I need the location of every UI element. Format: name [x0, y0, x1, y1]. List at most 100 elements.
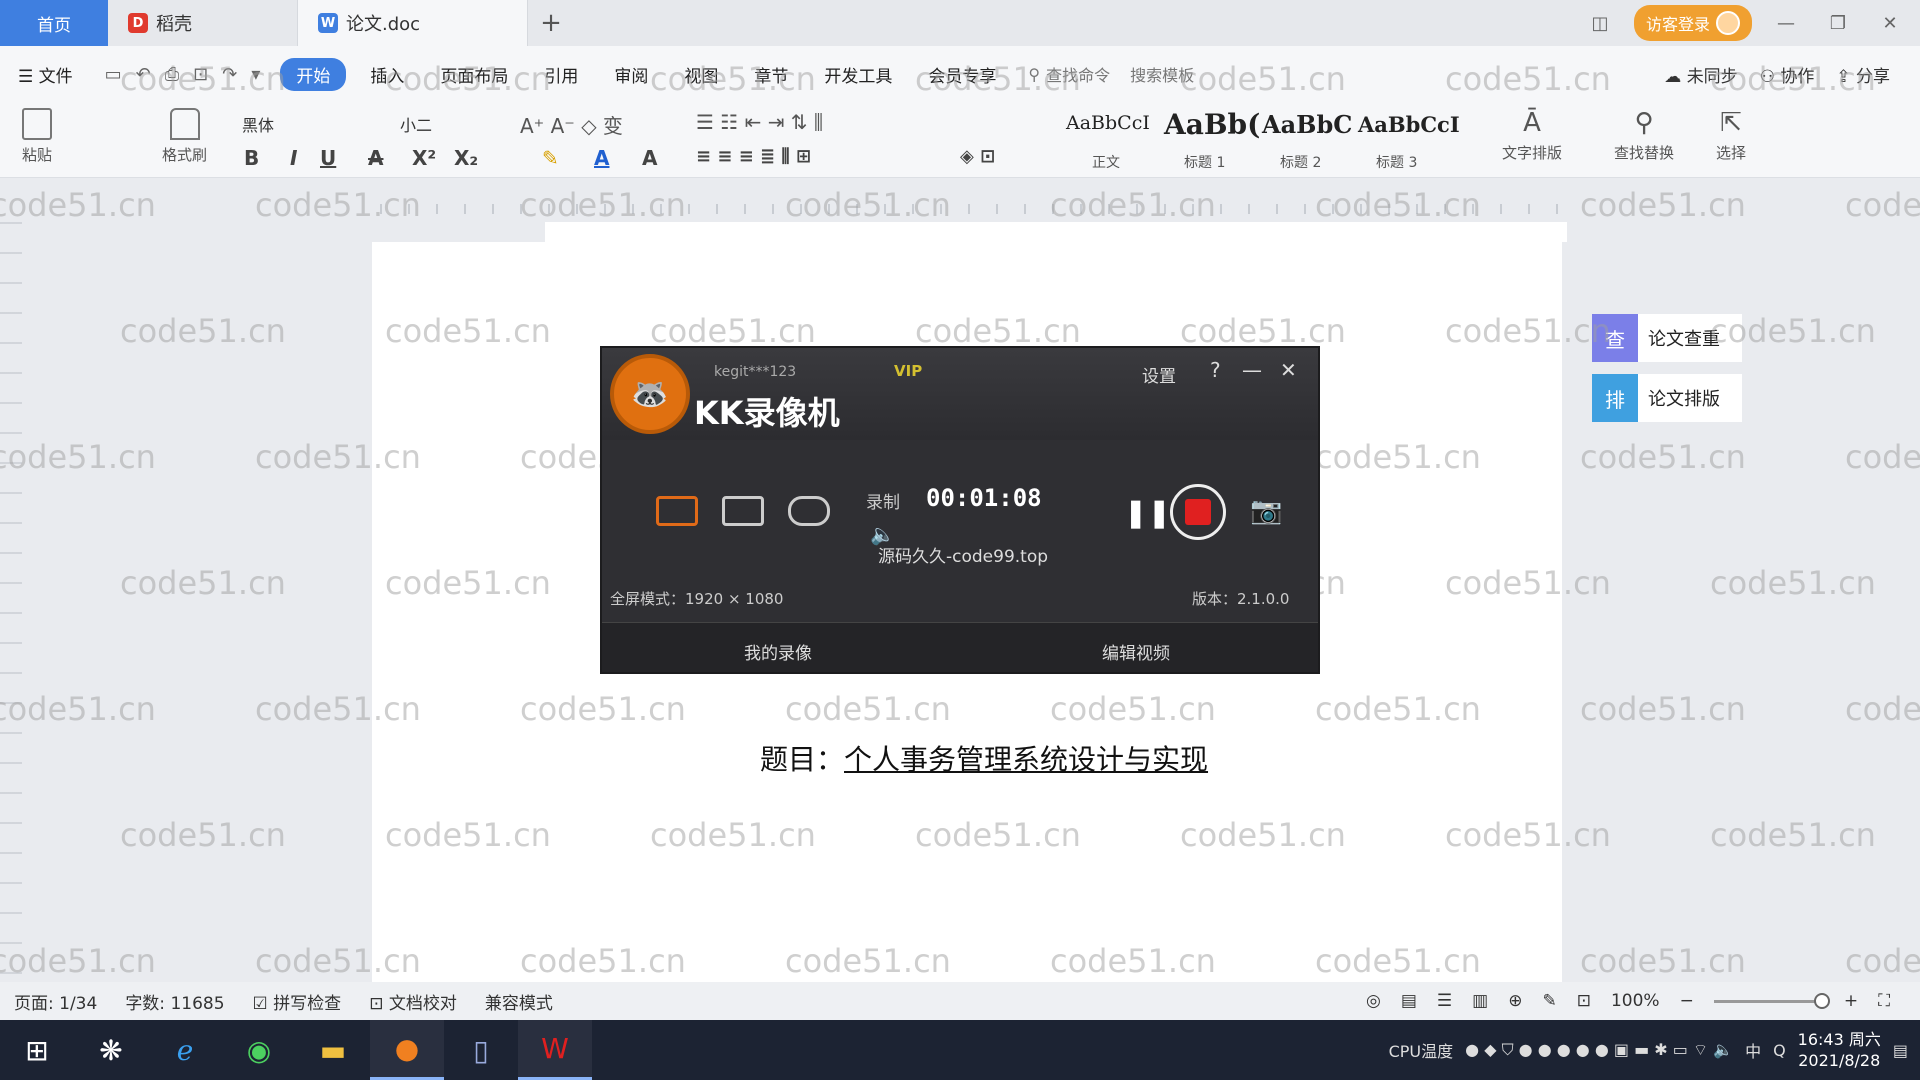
help-icon[interactable]: ? [1210, 358, 1221, 382]
doc-check-button[interactable]: ⊡ 文档校对 [355, 989, 471, 1014]
pause-button[interactable]: ❚❚ [1124, 496, 1171, 529]
layout-icon[interactable]: ◫ [1582, 13, 1618, 34]
document-title[interactable]: 题目：个人事务管理系统设计与实现 [760, 738, 1208, 778]
redo-icon[interactable]: ↷ [222, 64, 237, 85]
stop-button[interactable] [1170, 484, 1226, 540]
zoom-level[interactable]: 100% [1611, 991, 1660, 1011]
style-preview-h2[interactable]: AaBbC [1262, 110, 1352, 139]
cpu-temp[interactable]: CPU温度 [1389, 1038, 1454, 1062]
search-template-label[interactable]: 搜索模板 [1130, 62, 1194, 86]
zoom-knob[interactable] [1813, 992, 1830, 1009]
close-icon[interactable]: ✕ [1280, 358, 1297, 382]
command-search[interactable]: ⚲ 查找命令 搜索模板 [1014, 62, 1208, 86]
kk-vip-badge[interactable]: VIP [894, 362, 922, 380]
style-preview-h1[interactable]: AaBb( [1164, 108, 1260, 141]
guest-login-button[interactable]: 访客登录 [1633, 5, 1752, 41]
pen-icon[interactable]: ✎ [1542, 991, 1556, 1011]
explorer-icon[interactable]: ▬ [296, 1020, 370, 1080]
menu-reference[interactable]: 引用 [526, 62, 596, 87]
outline-view-icon[interactable]: ☰ [1437, 991, 1452, 1011]
edit-video-link[interactable]: 编辑视频 [1102, 639, 1170, 664]
print-icon[interactable]: ⎙ [165, 64, 179, 85]
web-view-icon[interactable]: ⊕ [1508, 991, 1522, 1011]
paste-button[interactable]: 粘贴 [22, 108, 52, 165]
notepad-icon[interactable]: ▯ [444, 1020, 518, 1080]
paper-format-button[interactable]: 排 论文排版 [1592, 374, 1742, 422]
style-preview-h3[interactable]: AaBbCcI [1358, 112, 1460, 137]
clock[interactable]: 16:43 周六 2021/8/28 [1798, 1029, 1881, 1071]
horizontal-ruler[interactable] [0, 196, 1900, 222]
notification-icon[interactable]: ▤ [1893, 1041, 1908, 1060]
browser-icon[interactable]: ◉ [222, 1020, 296, 1080]
fullscreen-mode-icon[interactable] [656, 496, 698, 526]
undo-icon[interactable]: ↶ [136, 64, 151, 85]
menu-chapter[interactable]: 章节 [736, 62, 806, 87]
ie-icon[interactable]: ℯ [148, 1020, 222, 1080]
kk-settings[interactable]: 设置 [1142, 362, 1176, 387]
menu-devtools[interactable]: 开发工具 [806, 62, 910, 87]
minimize-icon[interactable]: — [1768, 13, 1804, 34]
menu-review[interactable]: 审阅 [596, 62, 666, 87]
game-mode-icon[interactable] [788, 496, 830, 526]
cortana-icon[interactable]: ❋ [74, 1020, 148, 1080]
menu-view[interactable]: 视图 [666, 62, 736, 87]
wps-icon[interactable]: W [518, 1020, 592, 1080]
new-tab-button[interactable]: + [528, 0, 574, 46]
sync-button[interactable]: ☁ 未同步 [1664, 62, 1737, 87]
tab-document[interactable]: W 论文.doc [298, 0, 528, 46]
menu-member[interactable]: 会员专享 [910, 62, 1014, 87]
style-preview-normal[interactable]: AaBbCcI [1066, 112, 1150, 134]
list-icons[interactable]: ☰ ☷ ⇤ ⇥ ⇅ ⫼ [696, 110, 823, 134]
bold-button[interactable]: B [244, 146, 259, 170]
menu-insert[interactable]: 插入 [352, 62, 422, 87]
share-button[interactable]: ⇪ 分享 [1836, 62, 1890, 87]
shading-icon[interactable]: ◈ ⊡ [960, 146, 995, 167]
screenshot-icon[interactable]: 📷 [1250, 496, 1282, 526]
kk-user[interactable]: kegit***123 [714, 364, 796, 380]
my-videos-link[interactable]: 我的录像 [744, 639, 812, 664]
format-painter-button[interactable]: 格式刷 [162, 108, 207, 165]
page-view-icon[interactable]: ▤ [1401, 991, 1417, 1011]
menu-start[interactable]: 开始 [280, 57, 347, 91]
select-button[interactable]: ⇱ 选择 [1716, 108, 1746, 163]
tray-q-icon[interactable]: Q [1773, 1041, 1786, 1060]
kk-recorder-icon[interactable]: ● [370, 1020, 444, 1080]
close-icon[interactable]: ✕ [1872, 13, 1908, 34]
font-family-select[interactable]: 黑体 [242, 112, 274, 136]
menu-layout[interactable]: 页面布局 [422, 62, 526, 87]
highlight-icon[interactable]: ✎ [542, 146, 559, 170]
zoom-out-icon[interactable]: − [1680, 991, 1694, 1011]
word-count[interactable]: 字数: 11685 [111, 989, 238, 1014]
kk-recorder-window[interactable]: 🦝 kegit***123 VIP KK录像机 设置 ? — ✕ 录制 00:0… [600, 346, 1320, 674]
restore-icon[interactable]: ❐ [1820, 13, 1856, 34]
superscript-button[interactable]: X² [412, 146, 436, 170]
strike-button[interactable]: A [368, 146, 383, 170]
text-layout-button[interactable]: Ā 文字排版 [1502, 108, 1562, 163]
zoom-slider[interactable] [1713, 992, 1830, 1009]
more-icon[interactable]: ▾ [251, 64, 260, 85]
fullscreen-icon[interactable]: ⛶ [1878, 991, 1890, 1011]
subscript-button[interactable]: X₂ [454, 146, 478, 170]
region-mode-icon[interactable] [722, 496, 764, 526]
vertical-ruler[interactable] [0, 222, 22, 982]
tab-daoke[interactable]: D 稻壳 [108, 0, 298, 46]
align-icons[interactable]: ≡ ≡ ≡ ≣ ⫼ ⊞ [696, 146, 811, 167]
read-view-icon[interactable]: ▥ [1472, 991, 1488, 1011]
page-indicator[interactable]: 页面: 1/34 [0, 989, 111, 1014]
grow-font-icon[interactable]: A⁺ A⁻ ◇ 变 [520, 110, 623, 139]
ime-indicator[interactable]: 中 [1745, 1038, 1761, 1062]
preview-icon[interactable]: ⊡ [193, 64, 208, 85]
minimize-icon[interactable]: — [1242, 358, 1262, 382]
font-color-icon[interactable]: A [594, 146, 609, 170]
italic-button[interactable]: I [290, 146, 297, 170]
collaborate-button[interactable]: ⚇ 协作 [1760, 62, 1815, 87]
char-border-icon[interactable]: A [642, 146, 657, 170]
find-replace-button[interactable]: ⚲ 查找替换 [1614, 108, 1674, 163]
save-icon[interactable]: ▭ [105, 64, 122, 85]
tray-icons[interactable]: ● ◆ ⛉ ● ● ● ● ● ▣ ▬ ✱ ▭ ⌔ 🔈 [1465, 1040, 1733, 1060]
underline-button[interactable]: U [320, 146, 336, 170]
tab-home[interactable]: 首页 [0, 0, 108, 46]
fit-icon[interactable]: ⊡ [1577, 991, 1591, 1011]
file-menu[interactable]: ☰ 文件 [0, 62, 91, 87]
font-size-select[interactable]: 小二 [400, 112, 432, 136]
